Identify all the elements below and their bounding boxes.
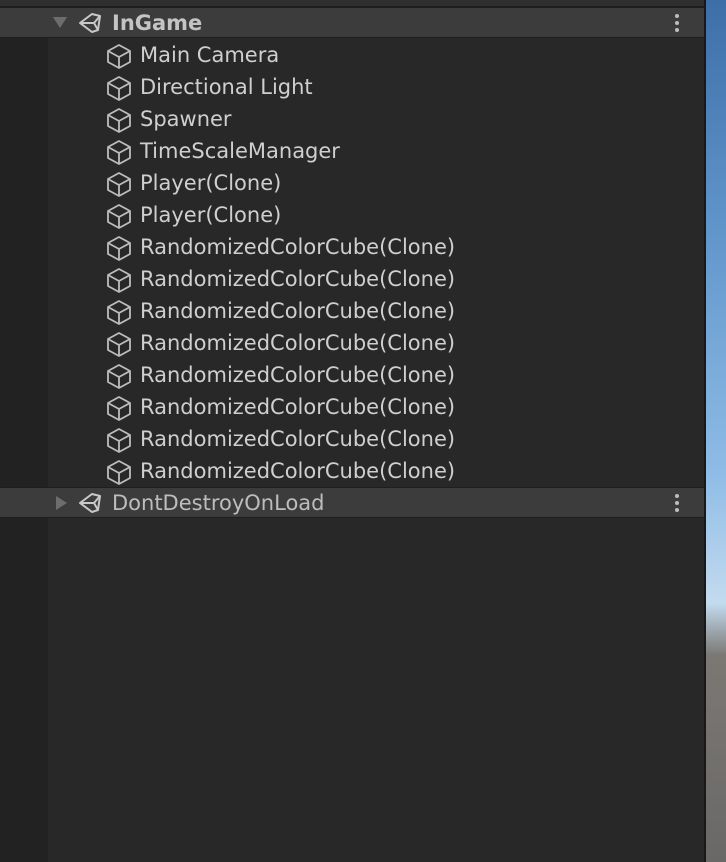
unity-scene-icon: [79, 493, 101, 513]
hierarchy-item-randomizedcolorcube-clone[interactable]: RandomizedColorCube(Clone): [0, 295, 704, 327]
hierarchy-item-label: Spawner: [140, 107, 232, 131]
hierarchy-item-label: RandomizedColorCube(Clone): [140, 459, 456, 483]
scene-name: DontDestroyOnLoad: [112, 491, 325, 515]
gameobject-cube-icon: [107, 140, 131, 165]
scene-name: InGame: [112, 11, 203, 35]
hierarchy-item-randomizedcolorcube-clone[interactable]: RandomizedColorCube(Clone): [0, 359, 704, 391]
gameobject-cube-icon: [107, 428, 131, 453]
gameobject-cube-icon: [107, 364, 131, 389]
scene-header-ingame[interactable]: InGame: [0, 7, 704, 38]
hierarchy-item-directional-light[interactable]: Directional Light: [0, 71, 704, 103]
gameobject-cube-icon: [107, 172, 131, 197]
hierarchy-item-label: RandomizedColorCube(Clone): [140, 267, 456, 291]
scene-children-list: Main Camera Directional Light Spawner Ti…: [0, 39, 704, 487]
hierarchy-panel: InGame Main Camera Directional Light Spa…: [0, 0, 704, 862]
kebab-menu-icon[interactable]: [670, 12, 684, 34]
hierarchy-item-label: RandomizedColorCube(Clone): [140, 427, 456, 451]
hierarchy-item-spawner[interactable]: Spawner: [0, 103, 704, 135]
gameobject-cube-icon: [107, 396, 131, 421]
hierarchy-item-player-clone[interactable]: Player(Clone): [0, 167, 704, 199]
hierarchy-item-main-camera[interactable]: Main Camera: [0, 39, 704, 71]
hierarchy-item-randomizedcolorcube-clone[interactable]: RandomizedColorCube(Clone): [0, 455, 704, 487]
hierarchy-item-randomizedcolorcube-clone[interactable]: RandomizedColorCube(Clone): [0, 423, 704, 455]
hierarchy-item-label: RandomizedColorCube(Clone): [140, 235, 456, 259]
hierarchy-item-randomizedcolorcube-clone[interactable]: RandomizedColorCube(Clone): [0, 231, 704, 263]
hierarchy-item-label: RandomizedColorCube(Clone): [140, 363, 456, 387]
hierarchy-item-label: Main Camera: [140, 43, 280, 67]
hierarchy-item-randomizedcolorcube-clone[interactable]: RandomizedColorCube(Clone): [0, 263, 704, 295]
hierarchy-item-label: Directional Light: [140, 75, 313, 99]
hierarchy-item-label: RandomizedColorCube(Clone): [140, 299, 456, 323]
scene-header-dontdestroyonload[interactable]: DontDestroyOnLoad: [0, 487, 704, 518]
hierarchy-item-player-clone[interactable]: Player(Clone): [0, 199, 704, 231]
foldout-collapsed-icon[interactable]: [56, 496, 67, 510]
hierarchy-item-timescalemanager[interactable]: TimeScaleManager: [0, 135, 704, 167]
hierarchy-item-randomizedcolorcube-clone[interactable]: RandomizedColorCube(Clone): [0, 391, 704, 423]
gameobject-cube-icon: [107, 236, 131, 261]
gameobject-cube-icon: [107, 268, 131, 293]
kebab-menu-icon[interactable]: [670, 492, 684, 514]
gameobject-cube-icon: [107, 204, 131, 229]
gameobject-cube-icon: [107, 332, 131, 357]
scene-view-edge: [704, 0, 726, 862]
hierarchy-item-label: RandomizedColorCube(Clone): [140, 395, 456, 419]
hierarchy-item-label: Player(Clone): [140, 203, 282, 227]
hierarchy-item-label: TimeScaleManager: [140, 139, 340, 163]
foldout-expanded-icon[interactable]: [53, 17, 67, 28]
hierarchy-item-label: RandomizedColorCube(Clone): [140, 331, 456, 355]
gameobject-cube-icon: [107, 300, 131, 325]
hierarchy-item-label: Player(Clone): [140, 171, 282, 195]
gameobject-cube-icon: [107, 460, 131, 485]
gameobject-cube-icon: [107, 44, 131, 69]
unity-scene-icon: [79, 13, 101, 33]
panel-top-strip: [0, 0, 704, 7]
hierarchy-item-randomizedcolorcube-clone[interactable]: RandomizedColorCube(Clone): [0, 327, 704, 359]
gameobject-cube-icon: [107, 108, 131, 133]
gameobject-cube-icon: [107, 76, 131, 101]
